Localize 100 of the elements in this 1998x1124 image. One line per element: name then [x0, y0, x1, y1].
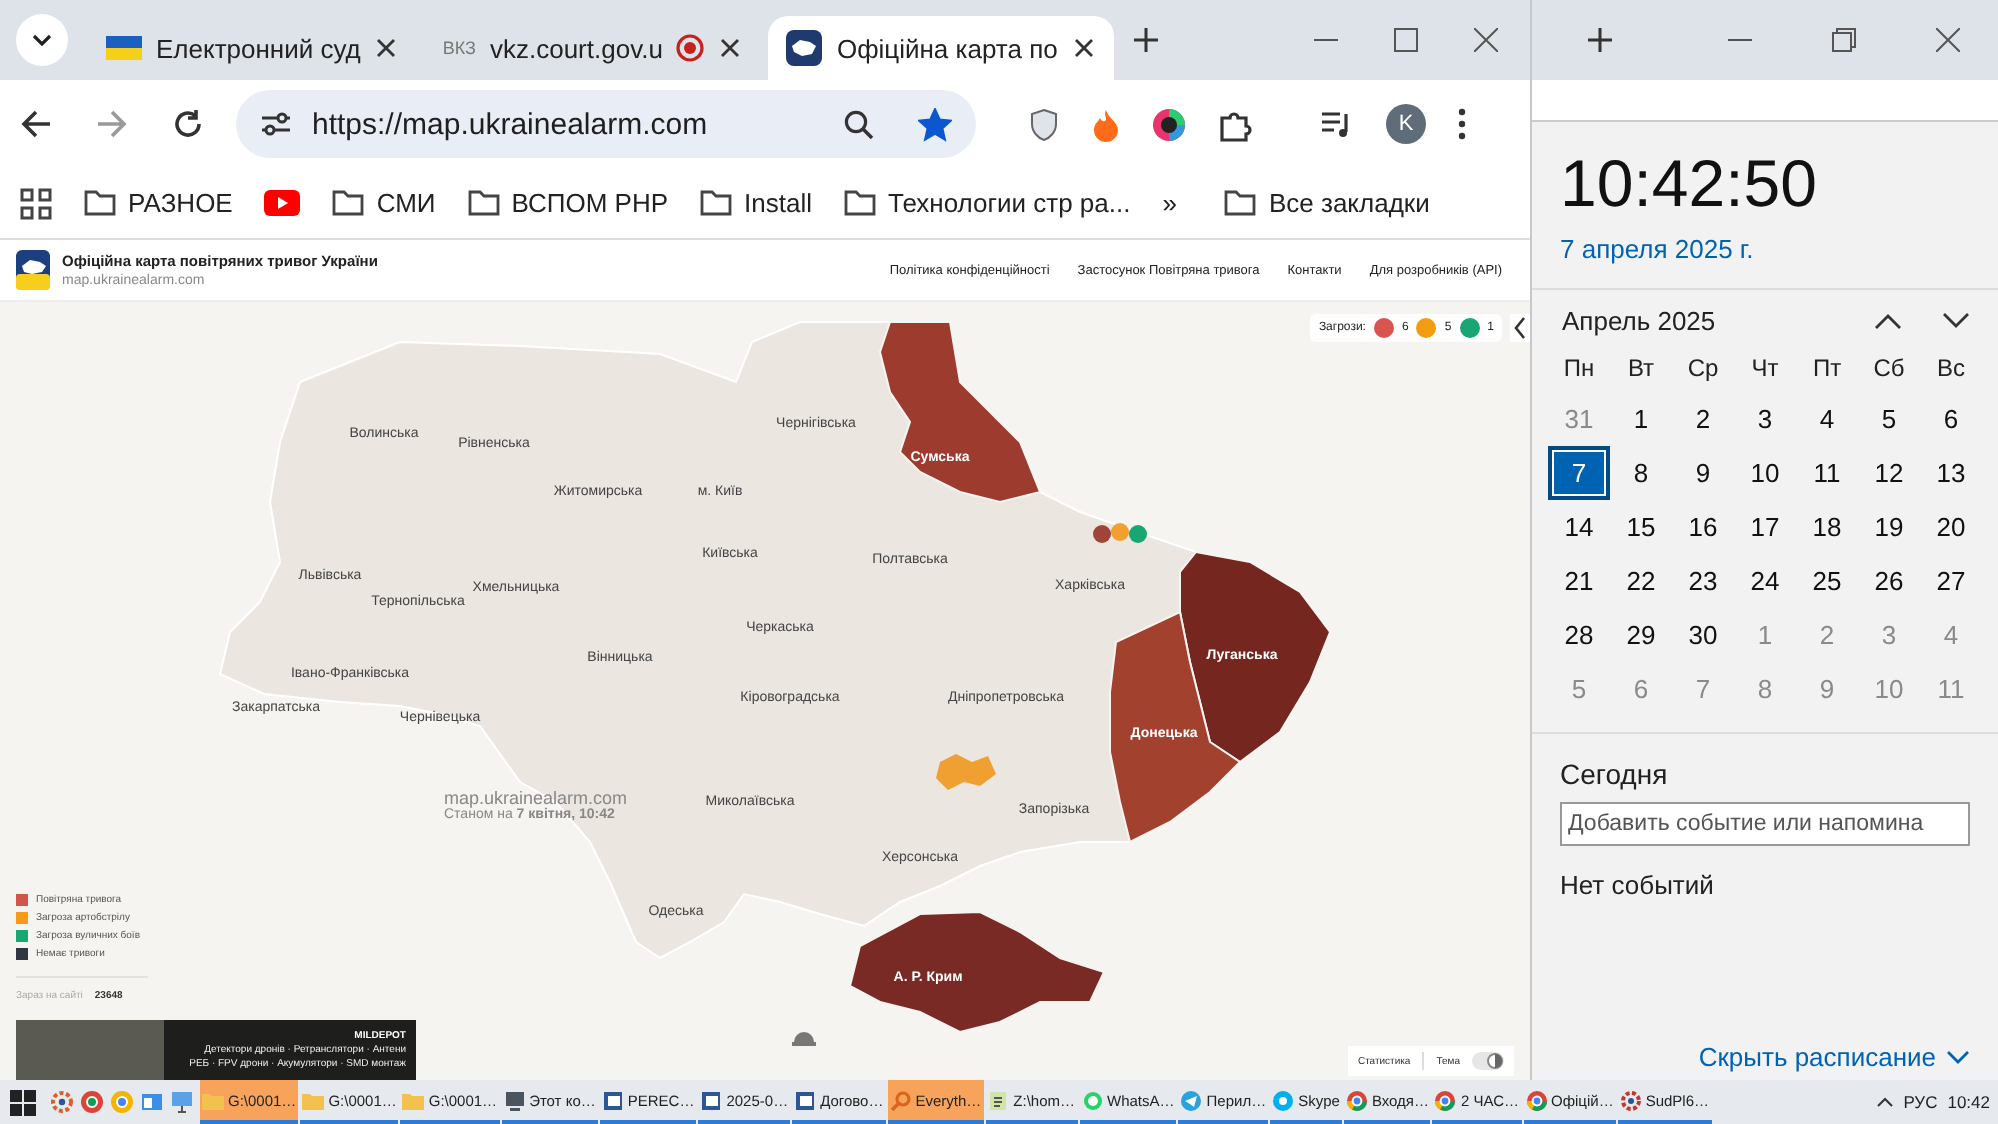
apps-grid-icon[interactable] — [20, 187, 52, 219]
threat-markers-drawing[interactable] — [1093, 523, 1147, 543]
collapse-chevron-icon[interactable] — [1510, 314, 1530, 342]
calendar-day[interactable]: 20 — [1920, 500, 1982, 554]
calendar-day[interactable]: 25 — [1796, 554, 1858, 608]
bookmark-folder[interactable]: Все закладки — [1224, 188, 1430, 218]
calendar-day[interactable]: 1 — [1610, 392, 1672, 446]
menu-icon[interactable] — [1458, 108, 1466, 140]
video-play-icon[interactable] — [264, 190, 301, 216]
close-icon[interactable] — [1936, 28, 1960, 52]
bookmark-folder[interactable]: СМИ — [332, 188, 436, 218]
calendar-day[interactable]: 10 — [1734, 446, 1796, 500]
gear-icon[interactable] — [50, 1090, 74, 1114]
calendar-day[interactable]: 22 — [1610, 554, 1672, 608]
browser-icon — [1345, 1089, 1368, 1111]
site-logo-icon[interactable] — [16, 250, 50, 290]
calendar-day[interactable]: 19 — [1858, 500, 1920, 554]
browser-tab[interactable]: Електронний суд — [88, 16, 417, 80]
close-icon[interactable] — [718, 36, 743, 60]
calendar-day[interactable]: 2 — [1672, 392, 1734, 446]
calendar-day[interactable]: 27 — [1920, 554, 1982, 608]
calendar-day[interactable]: 5 — [1858, 392, 1920, 446]
calendar-day[interactable]: 11 — [1796, 446, 1858, 500]
event-input-field[interactable]: Добавить событие или напомина — [1560, 802, 1970, 846]
folder-icon — [1224, 190, 1257, 216]
bookmark-star-icon[interactable] — [918, 107, 952, 141]
window-icon[interactable] — [140, 1090, 164, 1114]
tab-title: Електронний суд — [156, 33, 361, 63]
back-arrow-icon[interactable] — [20, 108, 52, 140]
reload-icon[interactable] — [172, 108, 204, 140]
color-circle-icon[interactable] — [1152, 107, 1186, 141]
calendar-day[interactable]: 24 — [1734, 554, 1796, 608]
calendar-day[interactable]: 6 — [1920, 392, 1982, 446]
calendar-day[interactable]: 29 — [1610, 608, 1672, 662]
media-queue-icon[interactable] — [1320, 109, 1354, 139]
tab-search-button[interactable] — [16, 14, 68, 66]
folder-icon — [202, 1089, 224, 1111]
forward-arrow-icon[interactable] — [96, 108, 128, 140]
previous-month-icon[interactable] — [1874, 312, 1902, 330]
alert-region[interactable] — [848, 911, 1106, 1034]
monitor-icon[interactable] — [170, 1090, 194, 1114]
calendar-day[interactable]: 9 — [1672, 446, 1734, 500]
url-text: https://map.ukrainealarm.com — [312, 107, 710, 141]
new-tab-icon[interactable] — [1588, 28, 1612, 52]
calendar-day[interactable]: 14 — [1548, 500, 1610, 554]
calendar-day[interactable]: 3 — [1734, 392, 1796, 446]
next-month-icon[interactable] — [1942, 312, 1970, 330]
puzzle-icon[interactable] — [1218, 107, 1252, 141]
calendar-day[interactable]: 12 — [1858, 446, 1920, 500]
bookmark-folder[interactable]: Install — [700, 188, 813, 218]
site-settings-icon[interactable] — [260, 110, 292, 138]
browser-icon[interactable] — [80, 1090, 104, 1114]
browser-icon[interactable] — [110, 1090, 134, 1114]
calendar-day[interactable]: 28 — [1548, 608, 1610, 662]
browser-tab[interactable]: ВКЗ vkz.court.gov.u — [424, 16, 761, 80]
calendar-day[interactable]: 13 — [1920, 446, 1982, 500]
calendar-day[interactable]: 15 — [1610, 500, 1672, 554]
full-date-link[interactable]: 7 апреля 2025 г. — [1532, 222, 1998, 264]
skype-icon — [1272, 1089, 1295, 1111]
theme-toggle[interactable] — [1472, 1052, 1504, 1070]
calendar-day[interactable]: 8 — [1610, 446, 1672, 500]
tab-title: Офіційна карта по — [836, 33, 1058, 63]
calendar-day[interactable]: 16 — [1672, 500, 1734, 554]
profile-avatar[interactable]: K — [1386, 104, 1426, 144]
bookmark-folder[interactable]: ВСПОМ РНР — [467, 188, 669, 218]
taskbar-clock[interactable]: 10:42 — [1947, 1092, 1990, 1112]
hide-schedule-link[interactable]: Скрыть расписание — [1698, 1042, 1998, 1080]
weekday-label: Пт — [1810, 352, 1844, 386]
close-icon[interactable] — [1071, 36, 1096, 60]
calendar-day[interactable]: 18 — [1796, 500, 1858, 554]
calendar-day[interactable]: 17 — [1734, 500, 1796, 554]
language-indicator[interactable]: РУС — [1903, 1092, 1938, 1112]
chevron-up-icon[interactable] — [1875, 1096, 1894, 1108]
month-title[interactable]: Апрель 2025 — [1562, 306, 1874, 336]
threat-dot[interactable] — [1373, 318, 1394, 338]
address-bar[interactable]: https://map.ukrainealarm.com — [236, 90, 976, 158]
more-bookmarks-button[interactable]: » — [1162, 188, 1177, 218]
dome-icon[interactable] — [792, 1026, 816, 1046]
calendar-day[interactable]: 26 — [1858, 554, 1920, 608]
calendar-day[interactable]: 21 — [1548, 554, 1610, 608]
bookmark-folder[interactable]: РАЗНОЕ — [84, 188, 233, 218]
calendar-day[interactable]: 23 — [1672, 554, 1734, 608]
shield-icon[interactable] — [1028, 107, 1060, 141]
bookmark-folder[interactable]: Технологии стр ра... — [844, 188, 1131, 218]
new-tab-icon[interactable] — [1133, 28, 1158, 52]
browser-tab[interactable]: Офіційна карта по — [768, 16, 1114, 80]
zoom-icon[interactable] — [844, 109, 874, 139]
threat-dot[interactable] — [1459, 318, 1480, 338]
flame-icon[interactable] — [1092, 107, 1120, 141]
calendar-day[interactable]: 4 — [1796, 392, 1858, 446]
calendar-day[interactable]: 7 — [1548, 446, 1610, 500]
alert-region[interactable] — [878, 321, 1042, 504]
maximize-icon[interactable] — [1394, 28, 1418, 52]
start-icon[interactable] — [9, 1089, 35, 1115]
close-icon[interactable] — [374, 36, 399, 60]
calendar-day[interactable]: 30 — [1672, 608, 1734, 662]
close-icon[interactable] — [1474, 28, 1498, 52]
threat-dot[interactable] — [1416, 318, 1437, 338]
restore-icon[interactable] — [1832, 28, 1856, 52]
flag-icon — [106, 36, 142, 60]
